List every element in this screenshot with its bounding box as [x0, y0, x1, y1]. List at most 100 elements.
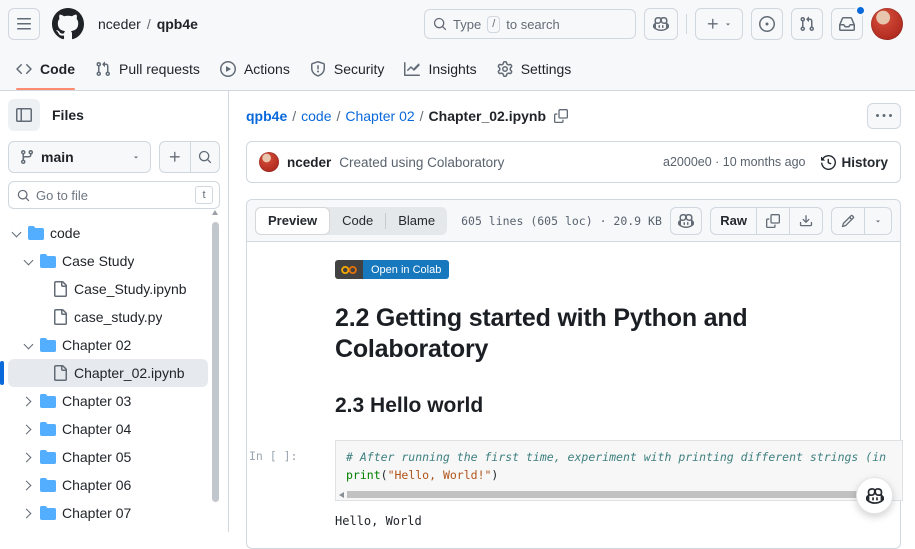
file-tree: code Case Study Case_Study.ipynb case_st…	[8, 219, 220, 527]
tab-insights[interactable]: Insights	[396, 54, 484, 84]
tree-item-folder[interactable]: Chapter 03	[8, 387, 208, 415]
raw-button[interactable]: Raw	[711, 208, 756, 234]
tab-code[interactable]: Code	[8, 54, 83, 84]
history-button[interactable]: History	[821, 155, 888, 170]
tree-item-file[interactable]: Case_Study.ipynb	[8, 275, 208, 303]
more-options-button[interactable]	[867, 103, 901, 129]
header-divider	[686, 14, 687, 34]
tree-item-folder[interactable]: Chapter 06	[8, 471, 208, 499]
tab-code-view[interactable]: Code	[330, 207, 385, 235]
commit-meta: a2000e0 · 10 months ago History	[663, 155, 888, 170]
file-meta-info: 605 lines (605 loc) · 20.9 KB	[461, 214, 662, 228]
tree-item-file[interactable]: case_study.py	[8, 303, 208, 331]
tab-security[interactable]: Security	[302, 54, 393, 84]
edit-dropdown-button[interactable]	[864, 208, 891, 234]
file-breadcrumb: qpb4e / code / Chapter 02 / Chapter_02.i…	[246, 101, 901, 131]
download-button[interactable]	[789, 208, 822, 234]
tab-pull-requests[interactable]: Pull requests	[87, 54, 208, 84]
breadcrumb-file-name: Chapter_02.ipynb	[429, 108, 546, 124]
add-file-button[interactable]	[160, 142, 189, 172]
github-logo-icon[interactable]	[52, 8, 84, 40]
folder-icon	[40, 421, 56, 437]
tree-item-folder[interactable]: Chapter 05	[8, 443, 208, 471]
notebook-heading-2-2: 2.2 Getting started with Python and Cola…	[335, 303, 813, 364]
search-tree-button[interactable]	[190, 142, 219, 172]
scrollbar-thumb[interactable]	[212, 222, 219, 502]
search-icon	[17, 189, 30, 202]
tab-blame[interactable]: Blame	[386, 207, 447, 235]
graph-icon	[404, 61, 420, 77]
chevron-right-icon	[22, 479, 34, 491]
create-new-button[interactable]	[695, 8, 743, 40]
tree-item-label: Chapter 02	[62, 337, 131, 353]
go-to-file-input[interactable]	[36, 188, 189, 203]
folder-icon	[40, 337, 56, 353]
breadcrumb-folder-link[interactable]: Chapter 02	[345, 108, 414, 124]
tree-item-folder[interactable]: Chapter 04	[8, 415, 208, 443]
plus-icon	[706, 17, 720, 31]
copilot-icon	[653, 16, 669, 32]
folder-icon	[40, 477, 56, 493]
repo-owner-link[interactable]: nceder	[98, 16, 141, 32]
commit-message[interactable]: Created using Colaboratory	[339, 155, 504, 170]
code-paren: )	[491, 468, 498, 482]
tab-label: Blame	[398, 213, 435, 228]
tree-scrollbar[interactable]	[212, 212, 219, 532]
breadcrumb-folder-link[interactable]: code	[301, 108, 331, 124]
pull-requests-button[interactable]	[791, 8, 823, 40]
commit-author-name[interactable]: nceder	[287, 155, 331, 170]
tree-item-file-selected[interactable]: Chapter_02.ipynb	[8, 359, 208, 387]
copy-icon	[766, 214, 780, 228]
tree-item-label: Chapter 06	[62, 477, 131, 493]
hamburger-menu-button[interactable]	[8, 8, 40, 40]
tree-item-folder[interactable]: Chapter 02	[8, 331, 208, 359]
commit-author-avatar[interactable]	[259, 152, 279, 172]
code-paren: (	[381, 468, 388, 482]
copy-raw-button[interactable]	[756, 208, 789, 234]
global-search-input[interactable]: Type / to search	[424, 9, 636, 39]
tab-preview[interactable]: Preview	[255, 207, 330, 235]
shield-icon	[310, 61, 326, 77]
repo-name-link[interactable]: qpb4e	[157, 16, 198, 32]
user-avatar[interactable]	[871, 8, 903, 40]
breadcrumb-repo-link[interactable]: qpb4e	[246, 108, 287, 124]
edit-file-button[interactable]	[832, 208, 864, 234]
copilot-file-button[interactable]	[670, 207, 702, 235]
tree-item-folder[interactable]: Case Study	[8, 247, 208, 275]
inbox-button[interactable]	[831, 8, 863, 40]
branch-row: main	[8, 141, 220, 173]
commit-sha-time[interactable]: a2000e0 · 10 months ago	[663, 155, 805, 169]
cell-horizontal-scrollbar[interactable]	[337, 490, 901, 499]
open-in-colab-badge[interactable]: Open in Colab	[335, 260, 449, 279]
collapse-sidebar-button[interactable]	[8, 99, 40, 131]
branch-selector[interactable]: main	[8, 141, 151, 173]
tab-actions[interactable]: Actions	[212, 54, 298, 84]
raw-label: Raw	[720, 213, 747, 228]
issue-opened-icon	[759, 16, 775, 32]
chevron-down-icon	[22, 255, 34, 267]
gear-icon	[497, 61, 513, 77]
file-icon	[52, 365, 68, 381]
chevron-right-icon	[22, 451, 34, 463]
copilot-floating-button[interactable]	[856, 477, 893, 514]
issues-button[interactable]	[751, 8, 783, 40]
tab-label: Actions	[244, 61, 290, 77]
copilot-button[interactable]	[644, 8, 678, 40]
tree-item-folder[interactable]: Chapter 07	[8, 499, 208, 527]
notification-dot	[855, 5, 866, 16]
scrollbar-thumb[interactable]	[347, 491, 892, 498]
tab-settings[interactable]: Settings	[489, 54, 580, 84]
side-panel-icon	[16, 107, 32, 123]
copy-path-icon[interactable]	[554, 109, 568, 123]
tree-item-folder[interactable]: code	[8, 219, 208, 247]
hamburger-icon	[16, 16, 32, 32]
tree-item-label: Chapter_02.ipynb	[74, 365, 185, 381]
breadcrumb-separator: /	[287, 108, 301, 124]
tree-item-label: Chapter 03	[62, 393, 131, 409]
code-cell-input[interactable]: # After running the first time, experime…	[335, 440, 903, 501]
chevron-down-icon	[874, 217, 882, 225]
branch-name: main	[41, 149, 74, 165]
folder-icon	[40, 393, 56, 409]
go-to-file-field: t	[8, 181, 220, 209]
notebook-code-cell: In [ ]: # After running the first time, …	[335, 440, 900, 501]
